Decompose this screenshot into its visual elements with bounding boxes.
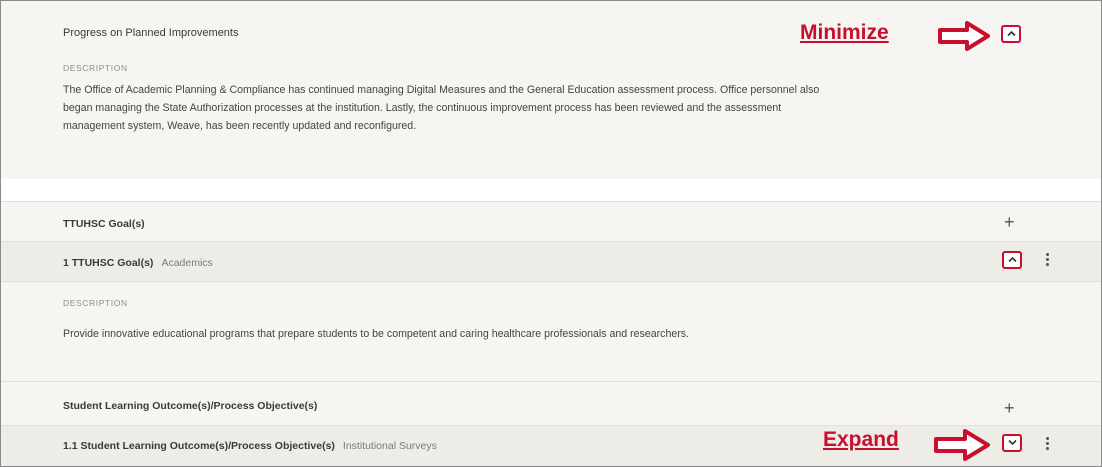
slo-header-row: Student Learning Outcome(s)/Process Obje…	[1, 381, 1101, 426]
collapse-button[interactable]	[1001, 25, 1021, 43]
collapse-goal-button[interactable]	[1002, 251, 1022, 269]
goal-description-panel: DESCRIPTION Provide innovative education…	[1, 281, 1101, 382]
chevron-up-icon	[1007, 30, 1016, 37]
section-spacer	[1, 179, 1101, 201]
kebab-menu-icon[interactable]	[1046, 253, 1050, 268]
goal-item-row[interactable]: 1 TTUHSC Goal(s) Academics	[1, 241, 1101, 282]
slo-header-label: Student Learning Outcome(s)/Process Obje…	[63, 400, 318, 412]
description-line: management system, Weave, has been recen…	[63, 120, 417, 132]
arrow-right-icon	[934, 429, 990, 461]
screenshot-frame: Progress on Planned Improvements Minimiz…	[0, 0, 1102, 467]
chevron-down-icon	[1008, 439, 1017, 446]
slo-item-title-text: 1.1 Student Learning Outcome(s)/Process …	[63, 440, 335, 452]
description-text: Provide innovative educational programs …	[63, 328, 689, 340]
expand-slo-button[interactable]	[1002, 434, 1022, 452]
goals-header-row: TTUHSC Goal(s) +	[1, 201, 1101, 242]
slo-item-title: 1.1 Student Learning Outcome(s)/Process …	[63, 440, 437, 452]
description-text: The Office of Academic Planning & Compli…	[63, 81, 819, 135]
goal-item-title-text: 1 TTUHSC Goal(s)	[63, 257, 154, 269]
slo-item-row[interactable]: 1.1 Student Learning Outcome(s)/Process …	[1, 425, 1101, 466]
section-title: Progress on Planned Improvements	[63, 27, 239, 39]
minimize-annotation: Minimize	[800, 21, 889, 44]
goal-item-subtitle: Academics	[161, 257, 213, 269]
description-label: DESCRIPTION	[63, 298, 128, 308]
slo-item-subtitle: Institutional Surveys	[342, 440, 437, 452]
add-slo-button[interactable]: +	[1004, 399, 1015, 417]
add-goal-button[interactable]: +	[1004, 213, 1015, 231]
goals-header-label: TTUHSC Goal(s)	[63, 218, 145, 230]
goal-item-title: 1 TTUHSC Goal(s) Academics	[63, 257, 213, 269]
description-line: The Office of Academic Planning & Compli…	[63, 84, 820, 96]
description-line: began managing the State Authorization p…	[63, 102, 782, 114]
chevron-up-icon	[1008, 256, 1017, 263]
arrow-right-icon	[938, 21, 990, 51]
description-label: DESCRIPTION	[63, 63, 128, 73]
expand-annotation: Expand	[823, 428, 899, 451]
kebab-menu-icon[interactable]	[1046, 437, 1050, 452]
progress-section: Progress on Planned Improvements Minimiz…	[1, 1, 1101, 179]
